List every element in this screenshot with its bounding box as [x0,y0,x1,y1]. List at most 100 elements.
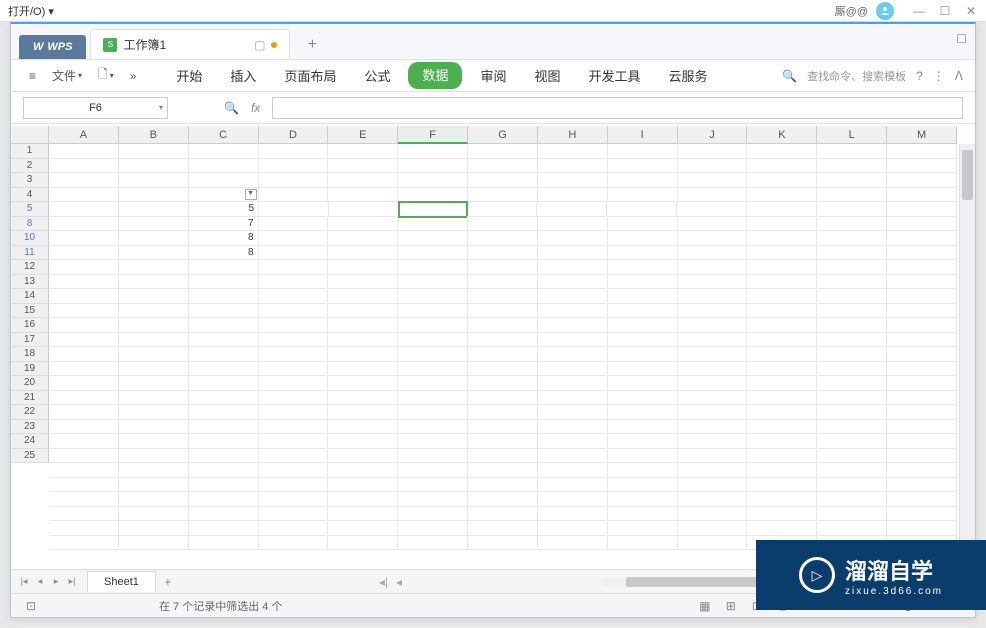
cell-G18[interactable] [468,347,538,362]
cell-A23[interactable] [49,420,119,435]
cell-M18[interactable] [887,347,957,362]
cell-A10[interactable] [49,231,119,246]
cell-A2[interactable] [49,159,119,174]
cell-A24[interactable] [49,434,119,449]
cell-I14[interactable] [608,289,678,304]
cell-E3[interactable] [328,173,398,188]
col-header-G[interactable]: G [468,126,538,144]
cell-I18[interactable] [608,347,678,362]
cell-C8[interactable]: 7 [189,217,259,232]
cell-A22[interactable] [49,405,119,420]
cell-B4[interactable] [119,188,189,203]
col-header-E[interactable]: E [328,126,398,144]
row-header-2[interactable]: 2 [11,159,49,174]
vertical-scrollbar[interactable] [959,144,975,569]
row-header-10[interactable]: 10 [11,231,49,246]
menu-公式[interactable]: 公式 [354,62,400,89]
cell-I19[interactable] [608,362,678,377]
cell-B19[interactable] [119,362,189,377]
cell-A25[interactable] [49,449,119,464]
sheet-tab-sheet1[interactable]: Sheet1 [87,571,156,592]
row-header-24[interactable]: 24 [11,434,49,449]
cell-H12[interactable] [538,260,608,275]
cell-B17[interactable] [119,333,189,348]
cell-E11[interactable] [328,246,398,261]
cell-E15[interactable] [328,304,398,319]
cell-L8[interactable] [817,217,887,232]
cell-C14[interactable] [189,289,259,304]
cell-A8[interactable] [49,217,119,232]
cell-C22[interactable] [189,405,259,420]
cell-B24[interactable] [119,434,189,449]
cell-E8[interactable] [328,217,398,232]
cell-G5[interactable] [467,202,537,217]
cell-I11[interactable] [608,246,678,261]
filter-dropdown-icon[interactable]: ▼ [245,189,257,200]
cell-B18[interactable] [119,347,189,362]
menu-开发工具[interactable]: 开发工具 [579,62,651,89]
row-header-19[interactable]: 19 [11,362,49,377]
wps-home-tab[interactable]: W WPS [19,35,86,59]
cell-F2[interactable] [398,159,468,174]
cell-L10[interactable] [817,231,887,246]
cell-L11[interactable] [817,246,887,261]
normal-view-button[interactable]: ▦ [696,597,714,615]
menu-开始[interactable]: 开始 [166,62,212,89]
cell-K18[interactable] [747,347,817,362]
cell-H16[interactable] [538,318,608,333]
col-header-M[interactable]: M [887,126,957,144]
cell-L13[interactable] [817,275,887,290]
cell-E14[interactable] [328,289,398,304]
prev-sheet-button[interactable]: ◂ [33,575,47,589]
cell-D24[interactable] [259,434,329,449]
cell-C17[interactable] [189,333,259,348]
cell-E24[interactable] [328,434,398,449]
cell-F3[interactable] [398,173,468,188]
ribbon-options[interactable]: ⋮ [933,69,945,83]
menu-视图[interactable]: 视图 [525,62,571,89]
last-sheet-button[interactable]: ▸| [65,575,79,589]
col-header-L[interactable]: L [817,126,887,144]
cell-L5[interactable] [817,202,887,217]
cell-F23[interactable] [398,420,468,435]
add-sheet-button[interactable]: + [158,572,178,592]
cell-J4[interactable] [678,188,748,203]
cell-F13[interactable] [398,275,468,290]
cell-K1[interactable] [747,144,817,159]
cell-M21[interactable] [887,391,957,406]
cell-I17[interactable] [608,333,678,348]
row-header-21[interactable]: 21 [11,391,49,406]
cell-K16[interactable] [747,318,817,333]
cell-A20[interactable] [49,376,119,391]
row-header-23[interactable]: 23 [11,420,49,435]
cell-L25[interactable] [817,449,887,464]
cell-D1[interactable] [259,144,329,159]
cell-F14[interactable] [398,289,468,304]
cell-K20[interactable] [747,376,817,391]
cell-J17[interactable] [678,333,748,348]
cell-G15[interactable] [468,304,538,319]
cell-E23[interactable] [328,420,398,435]
row-header-5[interactable]: 5 [11,202,49,217]
cell-J3[interactable] [678,173,748,188]
cell-I25[interactable] [608,449,678,464]
cell-C15[interactable] [189,304,259,319]
cell-L14[interactable] [817,289,887,304]
cell-L21[interactable] [817,391,887,406]
cell-F25[interactable] [398,449,468,464]
cell-B11[interactable] [119,246,189,261]
cell-D17[interactable] [259,333,329,348]
row-header-8[interactable]: 8 [11,217,49,232]
file-menu[interactable]: 文件 ▾ [46,63,88,88]
cell-I3[interactable] [608,173,678,188]
cell-D18[interactable] [259,347,329,362]
cell-D2[interactable] [259,159,329,174]
cell-A19[interactable] [49,362,119,377]
help-button[interactable]: ? [916,69,923,83]
cell-M4[interactable] [887,188,957,203]
cell-E19[interactable] [328,362,398,377]
hscroll-split[interactable]: ◂| [379,575,388,589]
row-header-3[interactable]: 3 [11,173,49,188]
cell-G14[interactable] [468,289,538,304]
first-sheet-button[interactable]: |◂ [17,575,31,589]
